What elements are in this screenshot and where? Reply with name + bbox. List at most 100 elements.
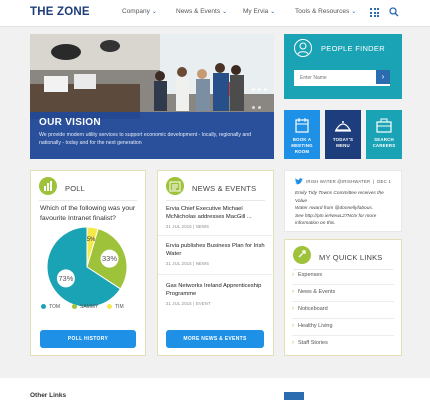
chevron-down-icon: ⌄: [270, 9, 276, 15]
nav-my-ervia[interactable]: My Ervia ⌄: [243, 8, 275, 15]
chevron-right-icon: ›: [292, 340, 294, 346]
news-item[interactable]: Gas Networks Ireland Apprenticeship Prog…: [166, 282, 266, 306]
nav-news-events[interactable]: News & Events ⌄: [176, 8, 227, 15]
tweet-line: Water Award from @donnellyfabous.: [295, 206, 374, 211]
meeting-room-icon: [295, 118, 309, 133]
news-item[interactable]: Ervia publishes Business Plan for Irish …: [166, 242, 266, 266]
tweet-line: information on this.: [295, 221, 336, 226]
divider: [166, 200, 265, 201]
divider: [293, 269, 393, 270]
tweet-text: Emily Tidy Towns Committee receives the …: [295, 190, 393, 228]
legend-label: SAMMY: [80, 304, 99, 310]
news-item-date: 21 JUL 2015: [166, 301, 192, 306]
quick-link-staff-stories[interactable]: › Staff Stories: [292, 340, 394, 346]
hero-banner[interactable]: › OUR VISION We provide modern utility s…: [30, 34, 274, 159]
twitter-handle[interactable]: IRISH WATER @IRISHWATER | DEC 1: [306, 179, 391, 184]
poll-title: POLL: [65, 184, 85, 193]
tile-label: ROOM: [294, 149, 310, 154]
search-icon[interactable]: [389, 7, 399, 17]
news-item-type: NEWS: [195, 261, 210, 266]
divider: [292, 284, 394, 285]
news-item[interactable]: Ervia Chief Executive Michael McNicholas…: [166, 205, 266, 229]
quick-link-label: Noticeboard: [298, 306, 328, 312]
pie-data-label: 5%: [87, 237, 96, 243]
divider: [158, 274, 274, 275]
todays-menu-tile[interactable]: TODAY'S MENU: [325, 110, 361, 159]
poll-pie-chart: 5% 33% 73%: [46, 226, 128, 308]
nav-tools-resources-label: Tools & Resources: [295, 8, 350, 15]
divider: [158, 235, 274, 236]
chevron-right-icon: ›: [292, 306, 294, 312]
pie-data-label: 33%: [102, 254, 117, 263]
quick-link-expenses[interactable]: › Expenses: [292, 272, 394, 278]
hero-text: We provide modern utility services to su…: [39, 132, 252, 146]
chevron-down-icon: ⌄: [222, 9, 228, 15]
other-links-label: Other Links: [30, 392, 67, 399]
tile-label: CAREERS: [372, 143, 396, 148]
nav-news-events-label: News & Events: [176, 8, 221, 15]
quick-links-title: MY QUICK LINKS: [319, 253, 383, 262]
news-item-title: Ervia Chief Executive Michael McNicholas…: [166, 206, 252, 220]
people-finder-panel: PEOPLE FINDER: [284, 34, 402, 99]
legend-swatch: [107, 304, 112, 310]
person-icon: [294, 39, 312, 57]
hero-title: OUR VISION: [39, 117, 101, 128]
divider: [292, 301, 394, 302]
news-item-title: Gas Networks Ireland Apprenticeship Prog…: [166, 283, 262, 297]
legend-item-tom: TOM: [41, 304, 60, 310]
poll-question: Which of the following was your favourit…: [40, 205, 136, 222]
people-finder-title: PEOPLE FINDER: [321, 44, 385, 53]
quick-link-icon: [293, 246, 311, 264]
apps-grid-icon[interactable]: [370, 8, 379, 17]
newspaper-icon: [166, 177, 184, 195]
quick-link-noticeboard[interactable]: › Noticeboard: [292, 306, 394, 312]
quick-link-healthy-living[interactable]: › Healthy Living: [292, 323, 394, 329]
briefcase-icon: [376, 118, 392, 133]
legend-item-tim: TIM: [107, 304, 124, 310]
chevron-right-icon: ›: [292, 289, 294, 295]
quick-link-label: Healthy Living: [298, 323, 333, 329]
logo[interactable]: THE ZONE: [30, 6, 90, 18]
nav-company-label: Company: [122, 8, 150, 15]
divider: [292, 335, 394, 336]
pie-data-label: 73%: [58, 274, 73, 283]
tweet-line: See http://ptn.ie/NewL27Nctv for more: [295, 213, 377, 219]
legend-label: TIM: [115, 304, 124, 310]
news-item-title: Ervia publishes Business Plan for Irish …: [166, 243, 265, 257]
news-item-type: NEWS: [195, 224, 210, 229]
nav-company[interactable]: Company ⌄: [122, 8, 157, 15]
search-careers-tile[interactable]: SEARCH CAREERS: [366, 110, 402, 159]
news-item-date: 21 JUL 2015: [166, 261, 192, 266]
news-item-type: EVENT: [195, 301, 211, 306]
nav-my-ervia-label: My Ervia: [243, 8, 269, 15]
chevron-down-icon: ⌄: [151, 9, 157, 15]
twitter-account: IRISH WATER @IRISHWATER: [306, 179, 371, 184]
news-title: NEWS & EVENTS: [192, 184, 257, 193]
more-news-events-button[interactable]: MORE NEWS & EVENTS: [166, 330, 264, 348]
chevron-right-icon: ›: [292, 272, 294, 278]
food-cloche-icon: [334, 121, 352, 132]
chevron-down-icon: ⌄: [351, 9, 357, 15]
legend-item-sammy: SAMMY: [72, 304, 98, 310]
quick-link-label: News & Events: [298, 289, 336, 295]
divider: [39, 200, 137, 201]
footer-logo[interactable]: [284, 392, 304, 400]
poll-history-button[interactable]: POLL HISTORY: [40, 330, 136, 348]
poll-chart-icon: [39, 177, 57, 195]
quick-link-label: Expenses: [298, 272, 323, 278]
book-meeting-room-tile[interactable]: BOOK A MEETING ROOM: [284, 110, 320, 159]
carousel-dots[interactable]: [252, 78, 274, 114]
nav-tools-resources[interactable]: Tools & Resources ⌄: [295, 8, 356, 15]
people-finder-go-button[interactable]: ›: [376, 70, 390, 84]
quick-link-news-events[interactable]: › News & Events: [292, 289, 394, 295]
tile-label: MENU: [336, 143, 350, 148]
legend-swatch: [41, 304, 46, 310]
divider: [292, 318, 394, 319]
legend-swatch: [72, 304, 77, 310]
chevron-right-icon: ›: [292, 323, 294, 329]
legend-label: TOM: [49, 304, 61, 310]
quick-link-label: Staff Stories: [298, 340, 328, 346]
top-header: THE ZONE Company ⌄ News & Events ⌄ My Ervi…: [0, 0, 430, 27]
twitter-bird-icon: [295, 178, 303, 185]
tweet-line: Emily Tidy Towns Committee receives the …: [295, 191, 384, 204]
